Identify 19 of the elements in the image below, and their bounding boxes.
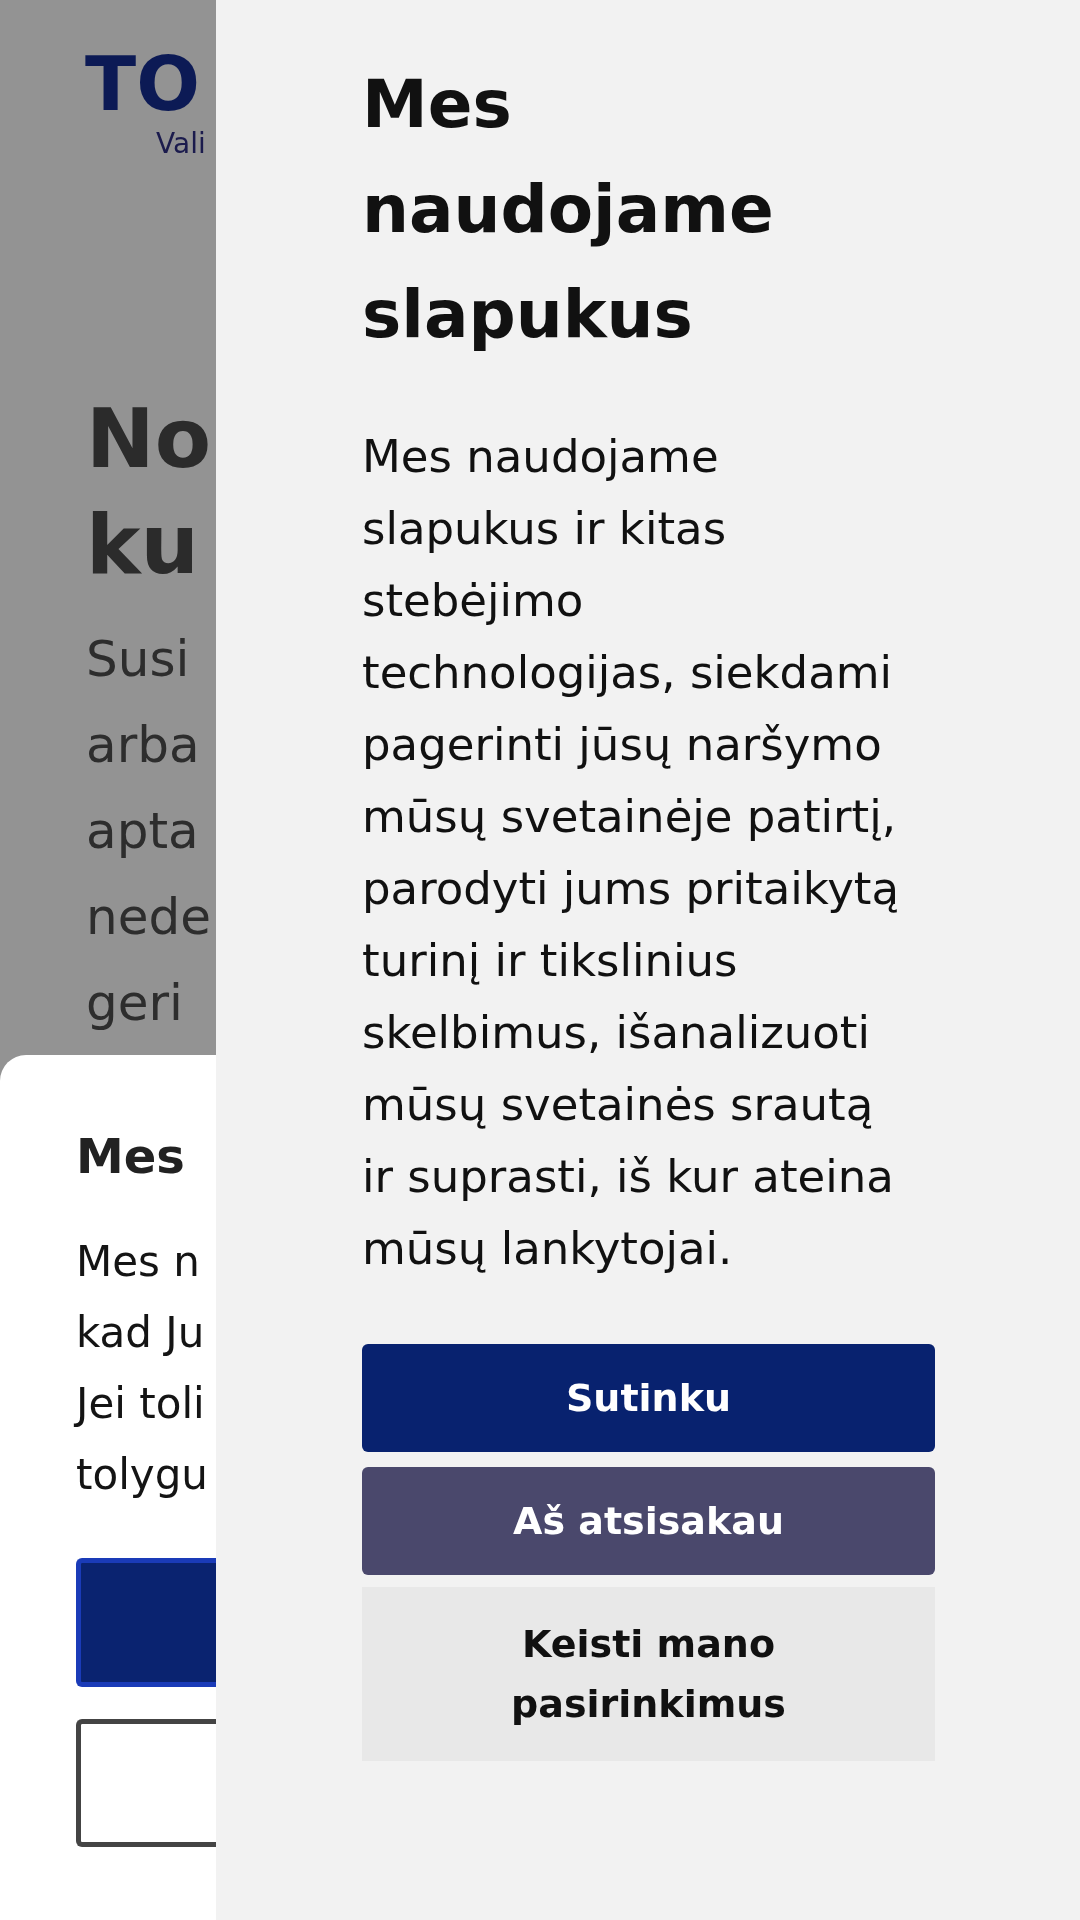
page-heading: ku xyxy=(86,496,200,594)
panel-title: Mes naudojame slapukus xyxy=(362,65,775,355)
page-text: Susi xyxy=(86,629,191,690)
banner-outlined-button[interactable] xyxy=(76,1719,216,1847)
page-text: apta xyxy=(86,801,200,862)
preferences-button[interactable]: Keisti mano pasirinkimus xyxy=(362,1587,935,1761)
banner-title: Mes xyxy=(76,1127,186,1185)
decline-button[interactable]: Aš atsisakau xyxy=(362,1467,935,1575)
page-text: arba xyxy=(86,715,201,776)
banner-text: Mes n xyxy=(76,1236,201,1288)
banner-text: tolygu xyxy=(76,1449,209,1501)
page-text: geri xyxy=(86,973,184,1034)
banner-text: kad Ju xyxy=(76,1307,206,1359)
panel-text: Mes naudojame slapukus ir kitas stebėjimo technologijas, siekdami pagerinti jūsų naršymo mūsų svetainėje patirtį, parodyti jums pritaikytą turinį ir tikslinius skelbimus, išanalizuoti mūsų svetainės srautą ir suprasti, iš kur ateina mūsų lankytojai. xyxy=(362,429,901,1277)
page-heading: No xyxy=(86,390,212,488)
page-text: nede xyxy=(86,887,212,948)
logo-wordmark: TO xyxy=(84,44,201,124)
logo-tagline: Vali xyxy=(155,127,207,161)
accept-button[interactable]: Sutinku xyxy=(362,1344,935,1452)
